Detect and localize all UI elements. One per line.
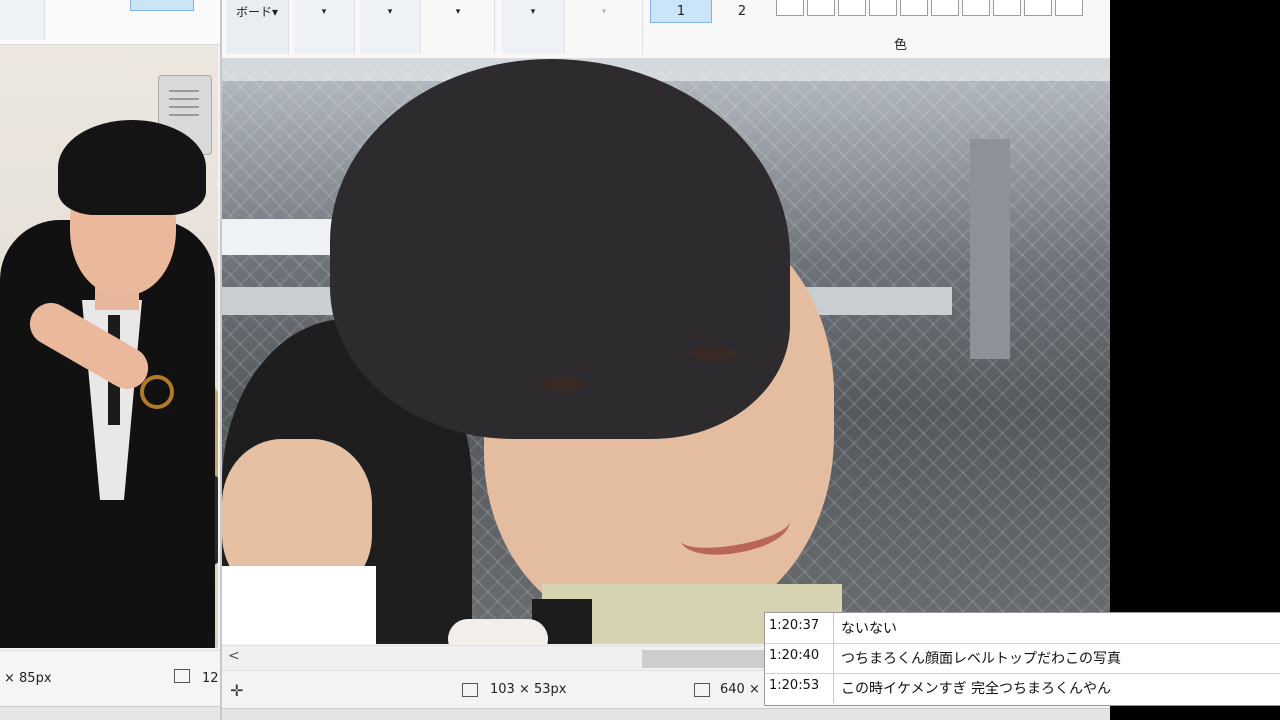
hand-image [448, 619, 548, 644]
right-eye-image [690, 347, 736, 361]
brush-dropdown[interactable]: ▾ [502, 0, 565, 54]
left-statusbar: × 85px 12 [0, 650, 220, 707]
fill-dropdown[interactable]: ▾ [360, 0, 421, 54]
left-paint-window: × 85px 12 [0, 0, 220, 720]
move-cursor-icon: ✛ [230, 681, 244, 700]
selection-size-icon [462, 683, 478, 697]
main-taskbar-strip [222, 708, 1110, 720]
column-divider [833, 673, 834, 703]
bracelet-image [140, 375, 174, 409]
color-swatch[interactable] [869, 0, 897, 16]
comment-row: 1:20:37 ないない [765, 613, 1280, 644]
ribbon-toolbar: ボード▾ ▾ ▾ ▾ ▾ ▾ 1 2 色 [222, 0, 1110, 59]
comment-row: 1:20:40 つちまろくん顔面レベルトップだわこの写真 [765, 643, 1280, 674]
size-option-2[interactable]: 2 [722, 0, 762, 22]
size-option-1[interactable]: 1 [650, 0, 712, 23]
comment-time: 1:20:37 [769, 618, 820, 633]
comment-list: 1:20:37 ないない 1:20:40 つちまろくん顔面レベルトップだわこの写… [764, 612, 1280, 706]
canvas-size: 640 × [720, 682, 760, 697]
comment-text: つちまろくん顔面レベルトップだわこの写真 [841, 651, 1121, 667]
scroll-left-icon[interactable]: < [228, 648, 240, 664]
color-group-label: 色 [894, 38, 908, 53]
color-swatch[interactable] [900, 0, 928, 16]
comment-time: 1:20:40 [769, 648, 820, 663]
color-swatch[interactable] [993, 0, 1021, 16]
pillar-image [970, 139, 1010, 359]
left-image-size: × 85px [4, 671, 52, 686]
chevron-down-icon: ▾ [387, 7, 393, 17]
column-divider [833, 643, 834, 673]
left-taskbar-strip [0, 706, 220, 720]
color-swatch[interactable] [807, 0, 835, 16]
selection-size-icon [174, 669, 190, 683]
color-swatch[interactable] [1024, 0, 1052, 16]
left-photo-canvas[interactable] [0, 45, 218, 648]
comment-time: 1:20:53 [769, 678, 820, 693]
column-divider [833, 613, 834, 643]
left-eye-image [540, 377, 586, 391]
comment-text: ないない [841, 621, 897, 637]
canvas-size-icon [694, 683, 710, 697]
white-selection-rect[interactable] [222, 566, 376, 644]
chevron-down-icon: ▾ [455, 7, 461, 17]
comment-text: この時イケメンすぎ 完全つちまろくんやん [841, 681, 1112, 697]
color-swatch[interactable] [776, 0, 804, 16]
left-ribbon [0, 0, 220, 45]
chevron-down-icon: ▾ [530, 7, 536, 17]
photo-canvas[interactable] [222, 59, 1110, 644]
outline-dropdown[interactable]: ▾ [294, 0, 355, 54]
color-swatch[interactable] [931, 0, 959, 16]
left-ribbon-button[interactable] [0, 0, 45, 40]
board-label: ボード [235, 5, 272, 19]
person-hair-image [58, 120, 206, 215]
chevron-down-icon: ▾ [321, 7, 327, 17]
disabled-dropdown[interactable]: ▾ [566, 0, 643, 54]
chevron-down-icon: ▾ [271, 5, 279, 19]
selection-size: 103 × 53px [490, 682, 567, 697]
color-swatch[interactable] [962, 0, 990, 16]
color-palette [776, 0, 1100, 18]
color-swatch[interactable] [1055, 0, 1083, 16]
comment-row: 1:20:53 この時イケメンすぎ 完全つちまろくんやん [765, 673, 1280, 703]
board-dropdown[interactable]: ボード▾ [226, 0, 289, 54]
left-selection-size: 12 [202, 671, 219, 686]
shape-dropdown[interactable]: ▾ [422, 0, 495, 54]
left-ribbon-selected-size[interactable] [130, 0, 194, 11]
chevron-down-icon: ▾ [601, 7, 607, 17]
color-swatch[interactable] [838, 0, 866, 16]
